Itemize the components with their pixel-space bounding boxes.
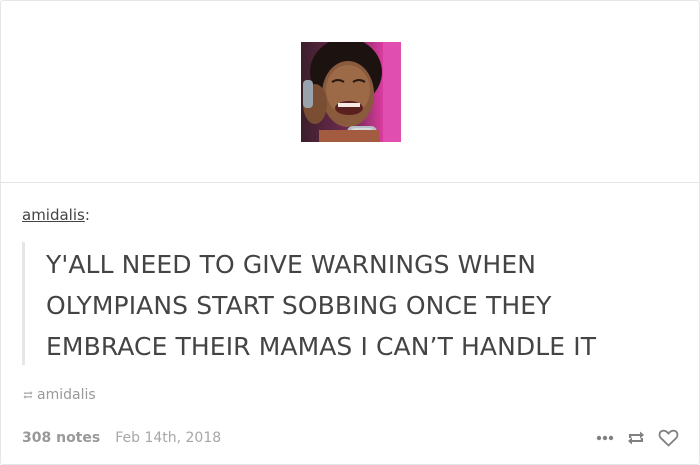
reblog-icon bbox=[23, 391, 33, 399]
author-colon: : bbox=[84, 206, 90, 224]
reblog-icon bbox=[628, 431, 644, 445]
more-dots-icon bbox=[596, 435, 614, 441]
more-button[interactable] bbox=[596, 435, 614, 441]
author-link[interactable]: amidalis bbox=[22, 206, 85, 224]
reblog-button[interactable] bbox=[626, 429, 646, 447]
post-footer: 308 notes Feb 14th, 2018 bbox=[22, 430, 221, 446]
notes-count[interactable]: 308 notes bbox=[22, 430, 100, 446]
quote-text: Y'ALL NEED TO GIVE WARNINGS WHEN OLYMPIA… bbox=[46, 250, 597, 361]
crying-woman-image bbox=[301, 42, 401, 142]
blockquote: Y'ALL NEED TO GIVE WARNINGS WHEN OLYMPIA… bbox=[22, 242, 665, 365]
post-author-line: amidalis: bbox=[22, 206, 90, 224]
reblog-source[interactable]: amidalis bbox=[22, 387, 96, 403]
post-media bbox=[1, 1, 699, 183]
post-image[interactable] bbox=[301, 42, 401, 142]
heart-icon bbox=[658, 429, 679, 447]
reblog-source-name: amidalis bbox=[37, 387, 96, 403]
post-date[interactable]: Feb 14th, 2018 bbox=[115, 430, 221, 446]
like-button[interactable] bbox=[658, 429, 679, 447]
post-actions bbox=[584, 429, 679, 447]
post-card: amidalis: Y'ALL NEED TO GIVE WARNINGS WH… bbox=[0, 0, 700, 465]
